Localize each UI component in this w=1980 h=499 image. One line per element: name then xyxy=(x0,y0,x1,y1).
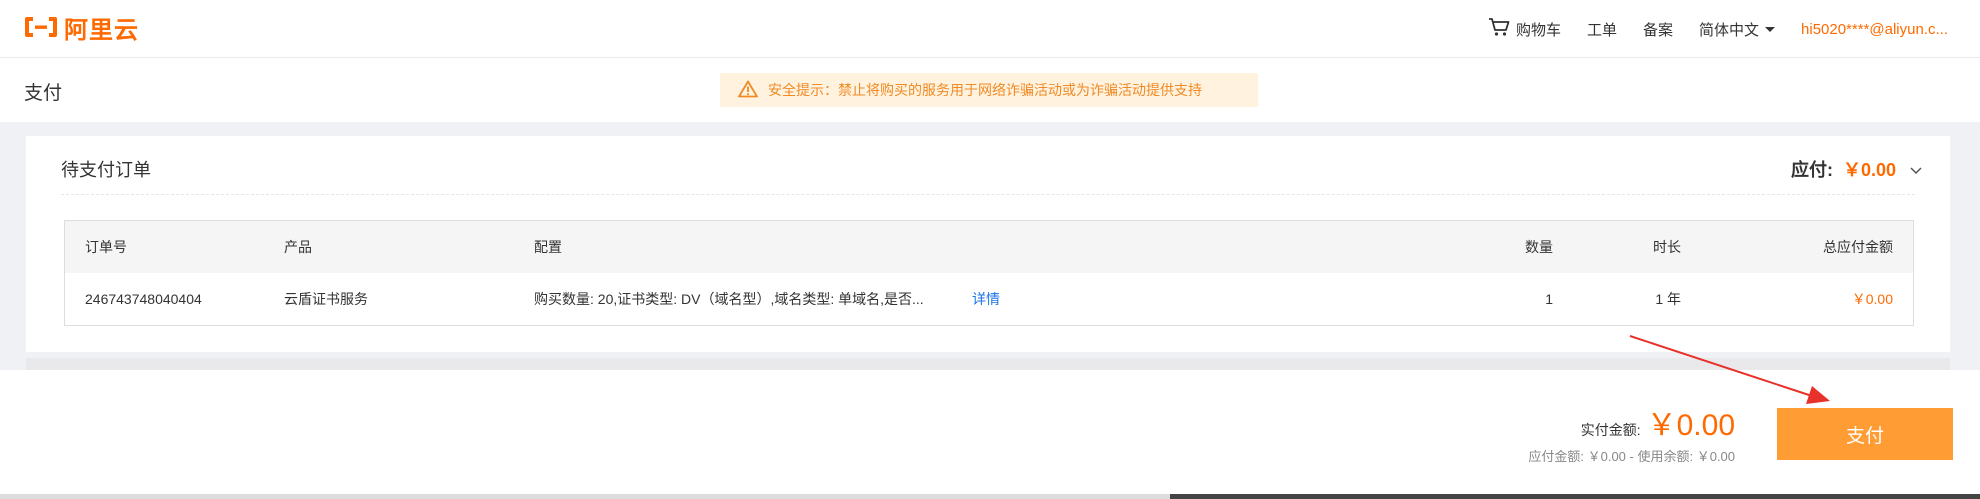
order-table: 订单号 产品 配置 数量 时长 总应付金额 246743748040404 云盾… xyxy=(64,220,1914,326)
security-notice-text: 安全提示：禁止将购买的服务用于网络诈骗活动或为诈骗活动提供支持 xyxy=(768,82,1202,98)
pay-button[interactable]: 支付 xyxy=(1777,408,1953,460)
nav-ticket[interactable]: 工单 xyxy=(1587,19,1617,40)
window-bottom-bar-light xyxy=(0,494,1170,499)
pending-order-card: 待支付订单 应付: ￥0.00 订单号 产品 配置 数量 时长 总应付金额 24… xyxy=(26,136,1950,352)
window-bottom-bar xyxy=(0,494,1980,499)
payment-breakdown: 应付金额: ￥0.00 - 使用余额: ￥0.00 xyxy=(1528,449,1735,464)
user-account-link[interactable]: hi5020****@aliyun.c... xyxy=(1801,21,1948,38)
amount-due-value: ￥0.00 xyxy=(1842,160,1896,180)
column-header-total: 总应付金额 xyxy=(1823,239,1893,255)
nav-cart-label: 购物车 xyxy=(1515,21,1561,39)
order-total: ￥0.00 xyxy=(1851,291,1893,307)
actual-payment-label: 实付金额: xyxy=(1580,422,1641,438)
payment-footer: 实付金额: ￥0.00 应付金额: ￥0.00 - 使用余额: ￥0.00 支付 xyxy=(0,370,1980,494)
column-header-product: 产品 xyxy=(284,239,312,255)
page-title: 支付 xyxy=(24,83,63,104)
order-number: 246743748040404 xyxy=(85,291,202,307)
warning-icon xyxy=(738,80,758,101)
product-name: 云盾证书服务 xyxy=(284,291,368,307)
order-config: 购买数量: 20,证书类型: DV（域名型）,域名类型: 单域名,是否... xyxy=(534,291,924,307)
card-divider xyxy=(61,194,1915,195)
page-header: 支付 安全提示：禁止将购买的服务用于网络诈骗活动或为诈骗活动提供支持 xyxy=(0,58,1980,122)
aliyun-logo[interactable]: 阿里云 xyxy=(24,12,139,44)
chevron-down-icon[interactable] xyxy=(1910,159,1922,180)
order-quantity: 1 xyxy=(1545,291,1553,307)
column-header-quantity: 数量 xyxy=(1525,239,1553,255)
column-header-order-no: 订单号 xyxy=(85,239,127,255)
pending-order-title: 待支付订单 xyxy=(61,160,151,180)
column-header-config: 配置 xyxy=(534,239,562,255)
nav-cart[interactable]: 购物车 xyxy=(1488,17,1561,41)
actual-payment-amount: ￥0.00 xyxy=(1646,409,1735,442)
top-navigation-bar: 阿里云 购物车 工单 备案 简体中文 hi5020****@aliyun.c..… xyxy=(0,0,1980,58)
table-row: 246743748040404 云盾证书服务 购买数量: 20,证书类型: DV… xyxy=(65,273,1913,325)
nav-filing[interactable]: 备案 xyxy=(1643,19,1673,40)
chevron-down-icon xyxy=(1765,26,1776,32)
brand-name: 阿里云 xyxy=(64,16,139,44)
shopping-cart-icon xyxy=(1488,17,1510,41)
amount-due-toggle[interactable]: 应付: ￥0.00 xyxy=(1791,156,1922,182)
aliyun-logo-icon xyxy=(25,17,57,37)
language-label: 简体中文 xyxy=(1699,21,1760,39)
section-divider xyxy=(26,358,1950,370)
amount-due-label: 应付: xyxy=(1790,160,1833,180)
language-selector[interactable]: 简体中文 xyxy=(1699,19,1776,40)
order-table-header: 订单号 产品 配置 数量 时长 总应付金额 xyxy=(65,221,1913,273)
column-header-duration: 时长 xyxy=(1653,239,1681,255)
order-duration: 1 年 xyxy=(1655,291,1681,307)
security-notice: 安全提示：禁止将购买的服务用于网络诈骗活动或为诈骗活动提供支持 xyxy=(720,73,1258,107)
detail-link[interactable]: 详情 xyxy=(972,273,1000,325)
top-nav-links: 购物车 工单 备案 简体中文 hi5020****@aliyun.c... xyxy=(1462,0,1948,58)
actual-payment: 实付金额: ￥0.00 xyxy=(1581,400,1735,444)
